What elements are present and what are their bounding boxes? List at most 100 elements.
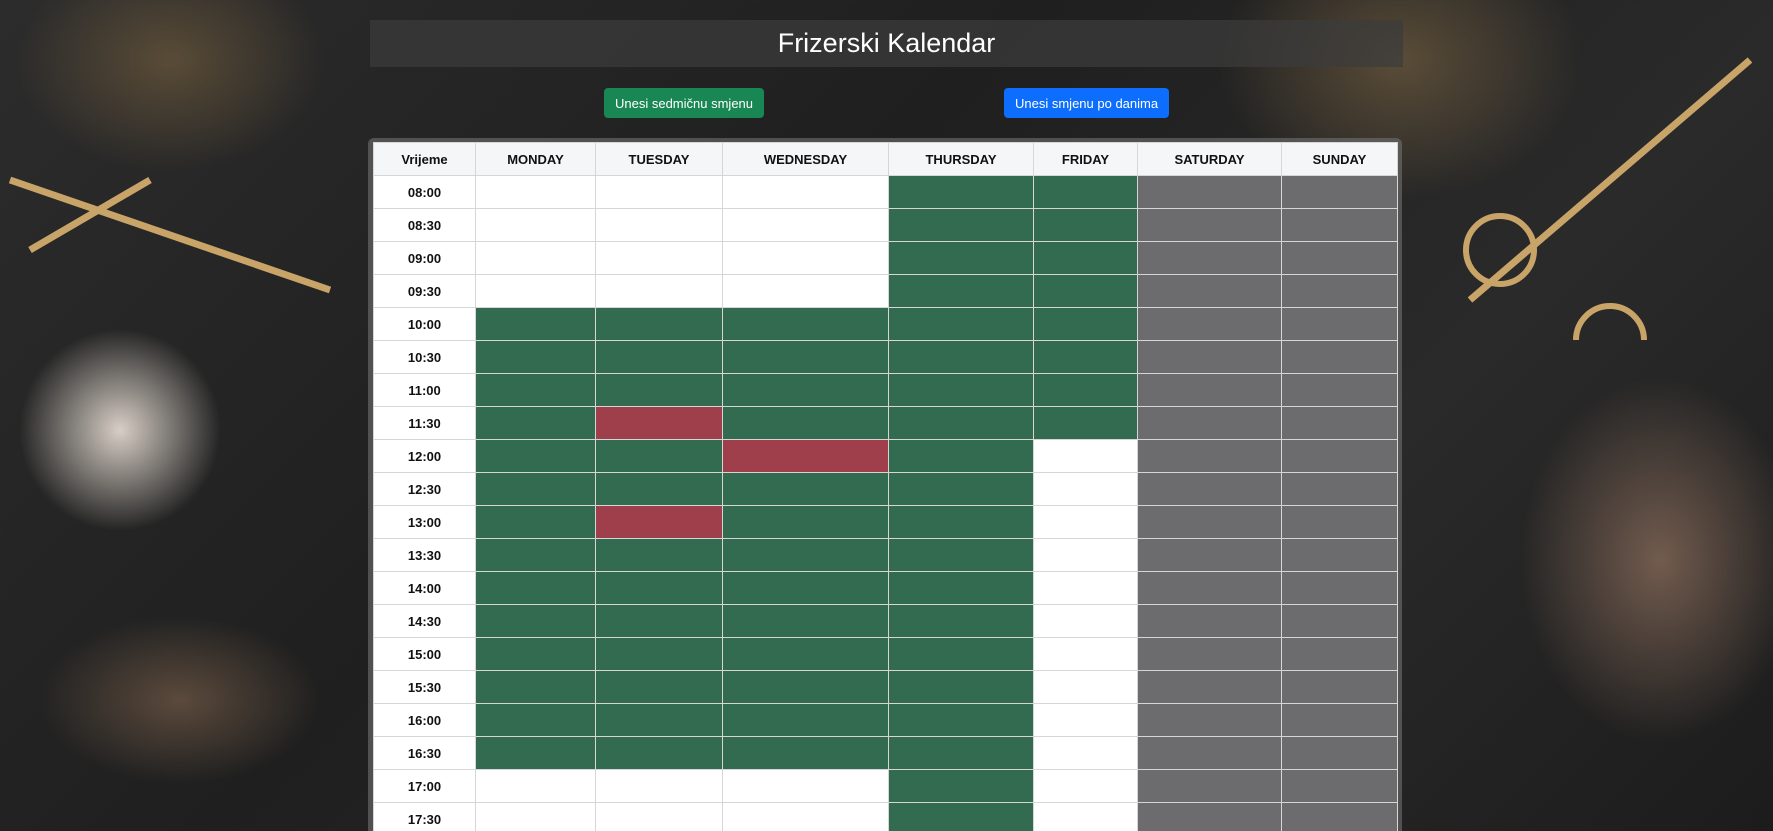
slot-cell-monday-work[interactable]: [475, 505, 596, 539]
slot-cell-monday-work[interactable]: [475, 736, 596, 770]
slot-cell-tuesday-work[interactable]: [595, 538, 723, 572]
slot-cell-monday-work[interactable]: [475, 373, 596, 407]
slot-cell-friday-work[interactable]: [1033, 307, 1138, 341]
slot-cell-tuesday-work[interactable]: [595, 637, 723, 671]
slot-cell-tuesday-free[interactable]: [595, 802, 723, 831]
slot-cell-tuesday-work[interactable]: [595, 571, 723, 605]
slot-cell-tuesday-busy[interactable]: [595, 406, 723, 440]
slot-cell-sunday-off[interactable]: [1281, 637, 1398, 671]
slot-cell-wednesday-work[interactable]: [722, 736, 889, 770]
slot-cell-tuesday-work[interactable]: [595, 472, 723, 506]
slot-cell-tuesday-free[interactable]: [595, 241, 723, 275]
slot-cell-saturday-off[interactable]: [1137, 439, 1282, 473]
slot-cell-friday-free[interactable]: [1033, 571, 1138, 605]
slot-cell-sunday-off[interactable]: [1281, 472, 1398, 506]
slot-cell-saturday-off[interactable]: [1137, 175, 1282, 209]
slot-cell-tuesday-work[interactable]: [595, 670, 723, 704]
slot-cell-tuesday-work[interactable]: [595, 373, 723, 407]
slot-cell-saturday-off[interactable]: [1137, 241, 1282, 275]
slot-cell-friday-free[interactable]: [1033, 538, 1138, 572]
slot-cell-monday-work[interactable]: [475, 406, 596, 440]
slot-cell-wednesday-work[interactable]: [722, 670, 889, 704]
slot-cell-wednesday-work[interactable]: [722, 571, 889, 605]
slot-cell-saturday-off[interactable]: [1137, 736, 1282, 770]
slot-cell-saturday-off[interactable]: [1137, 670, 1282, 704]
slot-cell-wednesday-work[interactable]: [722, 604, 889, 638]
slot-cell-tuesday-work[interactable]: [595, 604, 723, 638]
weekly-shift-button[interactable]: Unesi sedmičnu smjenu: [604, 88, 765, 118]
slot-cell-friday-free[interactable]: [1033, 637, 1138, 671]
slot-cell-tuesday-work[interactable]: [595, 307, 723, 341]
slot-cell-saturday-off[interactable]: [1137, 637, 1282, 671]
slot-cell-monday-work[interactable]: [475, 340, 596, 374]
slot-cell-friday-free[interactable]: [1033, 802, 1138, 831]
slot-cell-wednesday-free[interactable]: [722, 241, 889, 275]
slot-cell-friday-work[interactable]: [1033, 241, 1138, 275]
slot-cell-friday-work[interactable]: [1033, 373, 1138, 407]
slot-cell-monday-free[interactable]: [475, 175, 596, 209]
slot-cell-thursday-work[interactable]: [888, 670, 1034, 704]
slot-cell-thursday-work[interactable]: [888, 472, 1034, 506]
slot-cell-sunday-off[interactable]: [1281, 274, 1398, 308]
slot-cell-thursday-work[interactable]: [888, 307, 1034, 341]
slot-cell-wednesday-free[interactable]: [722, 175, 889, 209]
slot-cell-wednesday-work[interactable]: [722, 703, 889, 737]
slot-cell-monday-work[interactable]: [475, 670, 596, 704]
slot-cell-monday-work[interactable]: [475, 571, 596, 605]
slot-cell-saturday-off[interactable]: [1137, 703, 1282, 737]
slot-cell-monday-free[interactable]: [475, 274, 596, 308]
slot-cell-sunday-off[interactable]: [1281, 241, 1398, 275]
slot-cell-monday-work[interactable]: [475, 472, 596, 506]
slot-cell-wednesday-work[interactable]: [722, 406, 889, 440]
slot-cell-tuesday-free[interactable]: [595, 208, 723, 242]
slot-cell-sunday-off[interactable]: [1281, 604, 1398, 638]
slot-cell-monday-work[interactable]: [475, 538, 596, 572]
slot-cell-saturday-off[interactable]: [1137, 373, 1282, 407]
slot-cell-friday-free[interactable]: [1033, 505, 1138, 539]
slot-cell-tuesday-busy[interactable]: [595, 505, 723, 539]
slot-cell-sunday-off[interactable]: [1281, 175, 1398, 209]
slot-cell-sunday-off[interactable]: [1281, 208, 1398, 242]
slot-cell-sunday-off[interactable]: [1281, 736, 1398, 770]
slot-cell-thursday-work[interactable]: [888, 439, 1034, 473]
slot-cell-friday-free[interactable]: [1033, 439, 1138, 473]
slot-cell-thursday-work[interactable]: [888, 208, 1034, 242]
slot-cell-thursday-work[interactable]: [888, 769, 1034, 803]
slot-cell-thursday-work[interactable]: [888, 604, 1034, 638]
slot-cell-saturday-off[interactable]: [1137, 571, 1282, 605]
slot-cell-friday-free[interactable]: [1033, 670, 1138, 704]
slot-cell-wednesday-free[interactable]: [722, 769, 889, 803]
slot-cell-thursday-work[interactable]: [888, 340, 1034, 374]
slot-cell-wednesday-free[interactable]: [722, 208, 889, 242]
slot-cell-friday-free[interactable]: [1033, 769, 1138, 803]
slot-cell-sunday-off[interactable]: [1281, 670, 1398, 704]
slot-cell-friday-free[interactable]: [1033, 604, 1138, 638]
slot-cell-thursday-work[interactable]: [888, 703, 1034, 737]
slot-cell-monday-free[interactable]: [475, 241, 596, 275]
slot-cell-friday-free[interactable]: [1033, 703, 1138, 737]
slot-cell-thursday-work[interactable]: [888, 406, 1034, 440]
slot-cell-monday-free[interactable]: [475, 802, 596, 831]
slot-cell-thursday-work[interactable]: [888, 802, 1034, 831]
slot-cell-thursday-work[interactable]: [888, 505, 1034, 539]
slot-cell-sunday-off[interactable]: [1281, 307, 1398, 341]
slot-cell-wednesday-work[interactable]: [722, 538, 889, 572]
slot-cell-thursday-work[interactable]: [888, 274, 1034, 308]
slot-cell-saturday-off[interactable]: [1137, 307, 1282, 341]
slot-cell-wednesday-work[interactable]: [722, 637, 889, 671]
slot-cell-monday-work[interactable]: [475, 703, 596, 737]
slot-cell-sunday-off[interactable]: [1281, 538, 1398, 572]
slot-cell-friday-work[interactable]: [1033, 208, 1138, 242]
slot-cell-tuesday-free[interactable]: [595, 274, 723, 308]
slot-cell-thursday-work[interactable]: [888, 373, 1034, 407]
slot-cell-friday-work[interactable]: [1033, 340, 1138, 374]
slot-cell-sunday-off[interactable]: [1281, 769, 1398, 803]
slot-cell-friday-free[interactable]: [1033, 472, 1138, 506]
slot-cell-tuesday-free[interactable]: [595, 769, 723, 803]
slot-cell-thursday-work[interactable]: [888, 736, 1034, 770]
slot-cell-thursday-work[interactable]: [888, 637, 1034, 671]
slot-cell-thursday-work[interactable]: [888, 175, 1034, 209]
slot-cell-saturday-off[interactable]: [1137, 208, 1282, 242]
slot-cell-sunday-off[interactable]: [1281, 373, 1398, 407]
daily-shift-button[interactable]: Unesi smjenu po danima: [1004, 88, 1170, 118]
